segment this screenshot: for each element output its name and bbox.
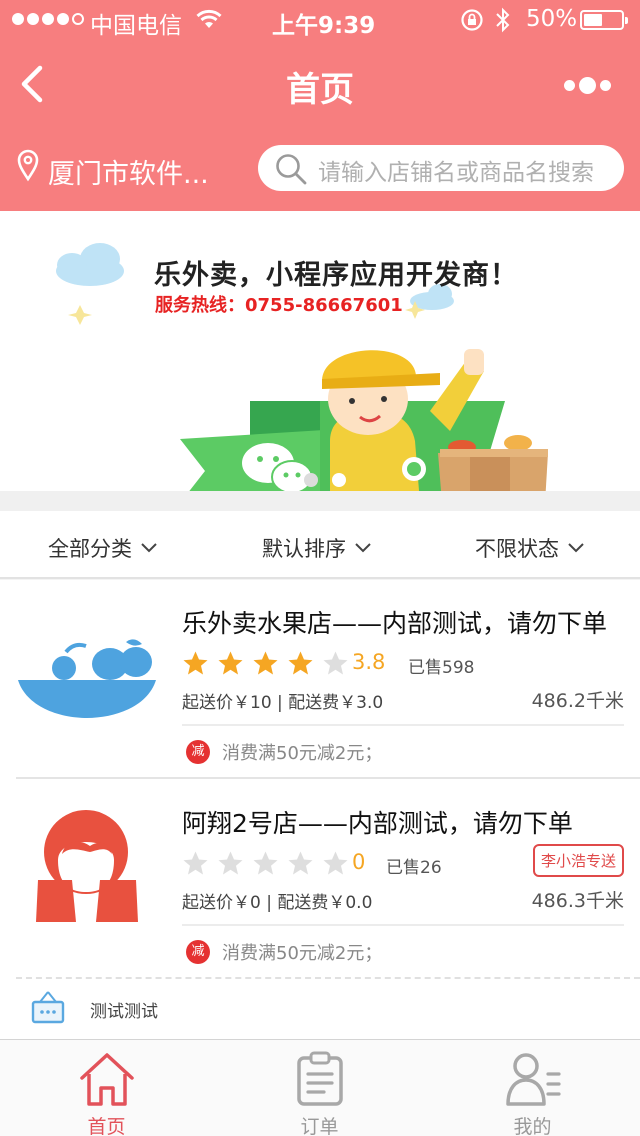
filter-sort[interactable]: 默认排序: [262, 533, 372, 563]
carrier-name: 中国电信: [90, 13, 182, 39]
nav-bar: 首页: [0, 40, 640, 128]
star-empty-icon: [323, 851, 348, 875]
store-card[interactable]: 乐外卖水果店——内部测试，请勿下单 3.8 已售598 起送价￥10 | 配送费…: [0, 580, 640, 780]
location-pin-icon: [17, 149, 39, 182]
home-icon: [80, 1053, 134, 1106]
bluetooth-icon: [496, 7, 510, 33]
store-name: 阿翔2号店——内部测试，请勿下单: [182, 809, 573, 838]
star-filled-icon: [288, 651, 313, 675]
divider: [182, 924, 624, 926]
star-empty-icon: [288, 851, 313, 875]
rating-stars: [182, 650, 349, 677]
discount-badge-icon: 减: [186, 940, 210, 964]
more-menu-button[interactable]: [564, 74, 616, 96]
fruit-bowl-logo: [18, 639, 156, 718]
star-empty-icon: [218, 851, 243, 875]
search-icon: [276, 154, 307, 185]
filter-status[interactable]: 不限状态: [475, 533, 585, 563]
filter-category-label: 全部分类: [48, 537, 132, 561]
list-item[interactable]: 测试测试: [0, 980, 640, 1040]
store-fees: 起送价￥0 | 配送费￥0.0: [182, 893, 373, 913]
store-sales: 已售598: [408, 658, 475, 678]
chevron-down-icon: [141, 543, 157, 553]
carousel-dot-active[interactable]: [332, 473, 346, 487]
status-time: 上午9:39: [272, 13, 376, 39]
filter-category[interactable]: 全部分类: [48, 533, 158, 563]
store-promo: 消费满50元减2元；: [222, 943, 383, 964]
star-empty-icon: [183, 851, 208, 875]
city-selector[interactable]: 厦门市软件...: [48, 152, 209, 191]
filter-bar: 全部分类 默认排序 不限状态: [0, 511, 640, 579]
person-avatar-logo: [36, 810, 138, 922]
chevron-down-icon: [355, 543, 371, 553]
tab-orders[interactable]: 订单: [213, 1040, 426, 1136]
promo-banner[interactable]: 乐外卖，小程序应用开发商！ 服务热线：0755-86667601: [0, 211, 640, 511]
store-distance: 486.3千米: [531, 890, 624, 912]
star-filled-icon: [183, 651, 208, 675]
store-distance: 486.2千米: [531, 690, 624, 712]
star-empty-icon: [323, 651, 348, 675]
wifi-icon: [196, 9, 222, 28]
carousel-dot[interactable]: [304, 473, 318, 487]
search-input[interactable]: 请输入店铺名或商品名搜索: [258, 145, 624, 191]
tab-profile-label: 我的: [513, 1116, 552, 1136]
profile-icon: [506, 1053, 561, 1106]
store-card[interactable]: 阿翔2号店——内部测试，请勿下单 0 已售26 李小浩专送 起送价￥0 | 配送…: [0, 780, 640, 980]
signal-strength-icon: [12, 13, 84, 25]
store-rating: 3.8: [352, 650, 386, 674]
filter-status-label: 不限状态: [475, 537, 559, 561]
battery-percent: 50%: [526, 6, 578, 32]
shop-sign-icon: [31, 991, 65, 1024]
list-item-label: 测试测试: [90, 1002, 158, 1022]
filter-sort-label: 默认排序: [262, 537, 346, 561]
tab-bar: 首页 订单 我的: [0, 1039, 640, 1136]
star-filled-icon: [253, 651, 278, 675]
courier-tag: 李小浩专送: [532, 844, 624, 877]
store-sales: 已售26: [386, 858, 442, 878]
tab-profile[interactable]: 我的: [426, 1040, 639, 1136]
banner-slogan: 乐外卖，小程序应用开发商！: [154, 260, 518, 291]
rotation-lock-icon: [461, 9, 483, 31]
star-empty-icon: [253, 851, 278, 875]
divider: [16, 777, 640, 779]
banner-hotline: 服务热线：0755-86667601: [155, 295, 403, 316]
divider: [182, 724, 624, 726]
store-fees: 起送价￥10 | 配送费￥3.0: [182, 693, 384, 713]
page-title: 首页: [286, 70, 354, 110]
tab-orders-label: 订单: [300, 1116, 339, 1136]
tab-home[interactable]: 首页: [0, 1040, 213, 1136]
store-name: 乐外卖水果店——内部测试，请勿下单: [182, 609, 608, 638]
search-placeholder: 请输入店铺名或商品名搜索: [318, 160, 594, 186]
battery-icon: [580, 10, 628, 30]
divider: [16, 977, 640, 979]
carousel-indicator: [304, 473, 346, 487]
location-search-row: 厦门市软件... 请输入店铺名或商品名搜索: [0, 128, 640, 211]
tab-home-label: 首页: [87, 1116, 126, 1136]
discount-badge-icon: 减: [186, 740, 210, 764]
status-bar: 中国电信 上午9:39 50%: [0, 0, 640, 40]
header: 中国电信 上午9:39 50% 首页 厦门市软件... 请输入店铺名或商品名搜索: [0, 0, 640, 211]
store-promo: 消费满50元减2元；: [222, 743, 383, 764]
banner-footer-strip: [0, 491, 640, 511]
star-filled-icon: [218, 651, 243, 675]
rating-stars: [182, 850, 349, 877]
order-icon: [297, 1051, 343, 1106]
chevron-down-icon: [568, 543, 584, 553]
store-rating: 0: [352, 850, 366, 874]
